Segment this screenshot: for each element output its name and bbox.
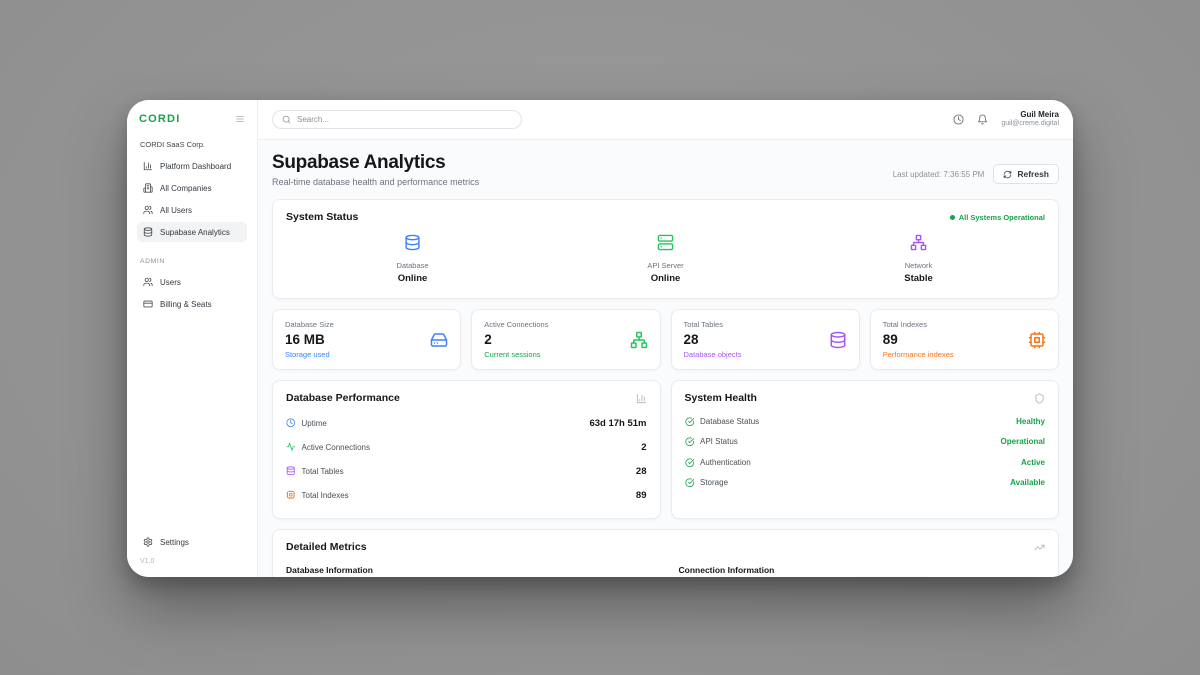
- sidebar-item-label: Billing & Seats: [160, 300, 212, 309]
- health-row-storage: Storage Available: [685, 473, 1046, 494]
- sidebar-item-label: Settings: [160, 538, 189, 547]
- status-item-api-server: API Server Online: [539, 234, 792, 284]
- database-performance-card: Database Performance Uptime 63d 17h 51m …: [272, 380, 661, 519]
- refresh-icon: [1003, 170, 1012, 179]
- metric-row-total-indexes: Total Indexes 89: [286, 483, 647, 507]
- database-icon: [829, 331, 847, 349]
- search-input[interactable]: [297, 115, 512, 124]
- hamburger-menu-icon[interactable]: [235, 114, 245, 124]
- check-circle-icon: [685, 478, 695, 488]
- sidebar-item-label: Supabase Analytics: [160, 228, 230, 237]
- users-icon: [143, 277, 153, 287]
- status-item-database: Database Online: [286, 234, 539, 284]
- metric-row-total-tables: Total Tables 28: [286, 459, 647, 483]
- sidebar-item-label: Platform Dashboard: [160, 162, 231, 171]
- activity-icon: [286, 442, 296, 452]
- database-icon: [286, 466, 296, 476]
- building-icon: [143, 183, 153, 193]
- content-area: Supabase Analytics Real-time database he…: [258, 140, 1073, 577]
- metric-row-active-connections: Active Connections 2: [286, 435, 647, 459]
- check-circle-icon: [685, 417, 695, 427]
- sidebar-item-users[interactable]: Users: [137, 272, 247, 292]
- page-subtitle: Real-time database health and performanc…: [272, 177, 479, 187]
- sidebar-item-label: All Users: [160, 206, 192, 215]
- bell-icon[interactable]: [977, 114, 988, 125]
- system-status-card: System Status All Systems Operational Da…: [272, 199, 1059, 299]
- sidebar-item-label: Users: [160, 278, 181, 287]
- database-icon: [404, 234, 421, 251]
- trending-up-icon: [1034, 542, 1045, 553]
- refresh-button[interactable]: Refresh: [993, 164, 1059, 184]
- app-window: CORDI CORDI SaaS Corp. Platform Dashboar…: [127, 100, 1073, 577]
- network-icon: [630, 331, 648, 349]
- sidebar-item-platform-dashboard[interactable]: Platform Dashboard: [137, 156, 247, 176]
- sidebar-item-all-companies[interactable]: All Companies: [137, 178, 247, 198]
- sidebar-item-supabase-analytics[interactable]: Supabase Analytics: [137, 222, 247, 242]
- database-information-column: Database Information Database Size: 16 M…: [286, 565, 653, 577]
- users-icon: [143, 205, 153, 215]
- health-row-api-status: API Status Operational: [685, 432, 1046, 453]
- page-title: Supabase Analytics: [272, 152, 479, 174]
- sidebar-item-billing-seats[interactable]: Billing & Seats: [137, 294, 247, 314]
- search-icon: [282, 115, 291, 124]
- server-icon: [657, 234, 674, 251]
- stat-card-database-size: Database Size 16 MB Storage used: [272, 309, 461, 370]
- health-row-authentication: Authentication Active: [685, 452, 1046, 473]
- detailed-metrics-card: Detailed Metrics Database Information Da…: [272, 529, 1059, 577]
- gear-icon: [143, 537, 153, 547]
- connection-information-column: Connection Information Active Connection…: [679, 565, 1046, 577]
- credit-card-icon: [143, 299, 153, 309]
- status-dot-icon: [950, 215, 955, 220]
- user-name: Guil Meira: [1001, 110, 1059, 120]
- stat-card-total-indexes: Total Indexes 89 Performance indexes: [870, 309, 1059, 370]
- check-circle-icon: [685, 437, 695, 447]
- status-item-network: Network Stable: [792, 234, 1045, 284]
- user-menu[interactable]: Guil Meira guil@creme.digital: [1001, 110, 1059, 129]
- search-box[interactable]: [272, 110, 522, 129]
- status-badge: All Systems Operational: [950, 213, 1045, 222]
- shield-icon: [1034, 393, 1045, 404]
- bar-chart-icon: [143, 161, 153, 171]
- cpu-icon: [1028, 331, 1046, 349]
- sidebar-item-label: All Companies: [160, 184, 212, 193]
- database-icon: [143, 227, 153, 237]
- network-icon: [910, 234, 927, 251]
- top-bar: Guil Meira guil@creme.digital: [258, 100, 1073, 140]
- clock-icon[interactable]: [953, 114, 964, 125]
- bar-chart-icon: [636, 393, 647, 404]
- metric-row-uptime: Uptime 63d 17h 51m: [286, 411, 647, 435]
- sidebar: CORDI CORDI SaaS Corp. Platform Dashboar…: [127, 100, 258, 577]
- admin-section-label: ADMIN: [140, 258, 244, 265]
- system-health-card: System Health Database Status Healthy AP…: [671, 380, 1060, 519]
- cpu-icon: [286, 490, 296, 500]
- app-logo: CORDI: [139, 113, 180, 125]
- health-row-database-status: Database Status Healthy: [685, 411, 1046, 432]
- sidebar-item-settings[interactable]: Settings: [137, 532, 247, 552]
- clock-icon: [286, 418, 296, 428]
- org-label: CORDI SaaS Corp.: [140, 140, 244, 149]
- check-circle-icon: [685, 458, 695, 468]
- app-version: V1.0: [140, 558, 244, 565]
- last-updated-text: Last updated: 7:36:55 PM: [893, 170, 985, 179]
- stat-card-total-tables: Total Tables 28 Database objects: [671, 309, 860, 370]
- stat-card-active-connections: Active Connections 2 Current sessions: [471, 309, 660, 370]
- user-email: guil@creme.digital: [1001, 120, 1059, 129]
- hard-drive-icon: [430, 331, 448, 349]
- sidebar-item-all-users[interactable]: All Users: [137, 200, 247, 220]
- system-status-title: System Status: [286, 211, 358, 223]
